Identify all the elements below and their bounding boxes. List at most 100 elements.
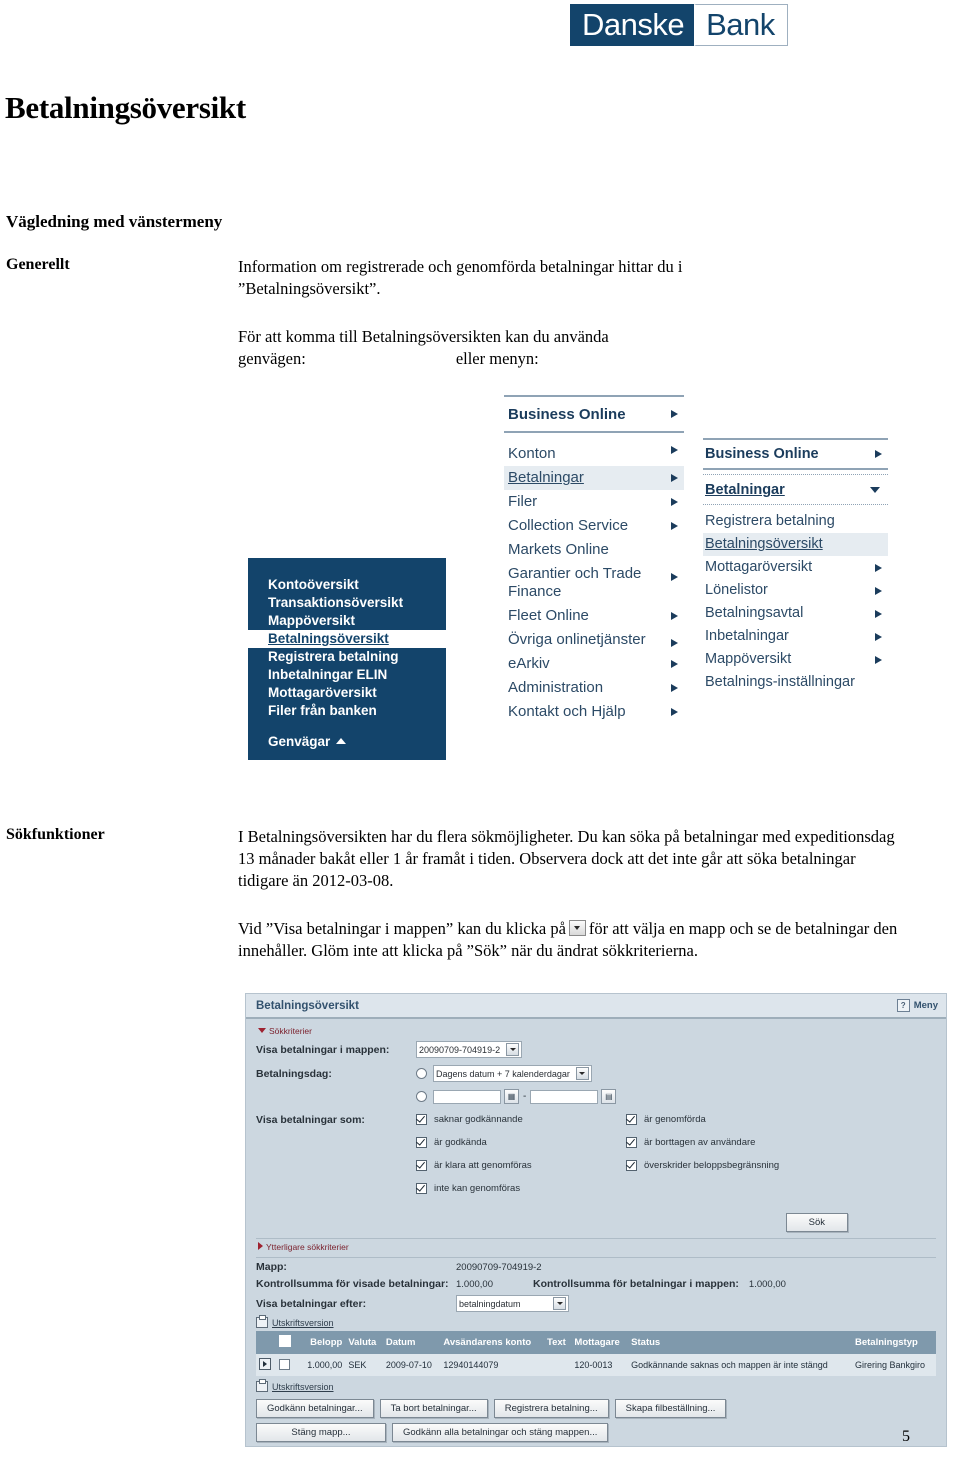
- payments-table: Belopp Valuta Datum Avsändarens konto Te…: [256, 1331, 936, 1376]
- main-menu-item-fleet-online[interactable]: Fleet Online: [504, 604, 684, 628]
- payday-radio-range[interactable]: [416, 1091, 427, 1102]
- application-screenshot: Betalningsöversikt ? Meny Sökkriterier V…: [245, 993, 947, 1447]
- shortcut-item-betalningsoversikt[interactable]: Betalningsöversikt: [248, 630, 446, 648]
- chevron-right-icon: [671, 474, 678, 482]
- checkbox-inte-kan-genomforas[interactable]: inte kan genomföras: [416, 1183, 626, 1194]
- sub-menu-section-label: Betalningar: [705, 482, 785, 498]
- sub-menu-item-mappoversikt[interactable]: Mappöversikt: [703, 648, 888, 671]
- main-menu-item-administration[interactable]: Administration: [504, 676, 684, 700]
- cell-status: Godkännande saknas och mappen är inte st…: [628, 1354, 852, 1376]
- sub-menu-item-betalningsavtal[interactable]: Betalningsavtal: [703, 602, 888, 625]
- folder-select[interactable]: 20090709-704919-2: [416, 1041, 523, 1058]
- more-criteria-toggle[interactable]: Ytterligare sökkriterier: [258, 1242, 936, 1252]
- search-criteria-toggle[interactable]: Sökkriterier: [258, 1026, 936, 1036]
- main-menu-item-kontakt-och-hjalp[interactable]: Kontakt och Hjälp: [504, 700, 684, 724]
- shortcut-item-inbetalningar-elin[interactable]: Inbetalningar ELIN: [248, 666, 446, 684]
- main-menu-item-betalningar[interactable]: Betalningar: [504, 466, 684, 490]
- sub-menu-item-lonelistor[interactable]: Lönelistor: [703, 579, 888, 602]
- chevron-right-icon: [671, 639, 678, 647]
- checkbox-icon: [626, 1137, 637, 1148]
- main-menu-item-earkiv[interactable]: eArkiv: [504, 652, 684, 676]
- calendar-icon[interactable]: ▤: [601, 1089, 617, 1104]
- approve-all-and-close-button[interactable]: Godkänn alla betalningar och stäng mappe…: [392, 1423, 609, 1442]
- checkbox-saknar-godkannande[interactable]: saknar godkännande: [416, 1114, 626, 1125]
- checkbox-label: överskrider beloppsbegränsning: [644, 1160, 780, 1171]
- shortcut-footer-genvagar[interactable]: Genvägar: [248, 720, 446, 752]
- shortcut-item-kontooversikt[interactable]: Kontoöversikt: [248, 576, 446, 594]
- generellt-line3: För att komma till Betalningsöversikten …: [238, 327, 609, 346]
- sub-menu-item-registrera-betalning[interactable]: Registrera betalning: [703, 505, 888, 533]
- checksum-folder-label: Kontrollsumma för betalningar i mappen:: [532, 1278, 739, 1290]
- checkbox-ar-klara-att-genomforas[interactable]: är klara att genomföras: [416, 1160, 626, 1171]
- register-payment-button[interactable]: Registrera betalning...: [493, 1399, 609, 1418]
- shortcut-item-filer-fran-banken[interactable]: Filer från banken: [248, 702, 446, 720]
- col-betalningstyp[interactable]: Betalningstyp: [851, 1331, 936, 1354]
- main-menu-item-collection-service[interactable]: Collection Service: [504, 514, 684, 538]
- sub-menu-item-label: Lönelistor: [705, 582, 768, 598]
- checkbox-overskrider-beloppsbegransning[interactable]: överskrider beloppsbegränsning: [626, 1160, 836, 1171]
- col-status[interactable]: Status: [628, 1331, 852, 1354]
- app-meny-button[interactable]: ? Meny: [896, 999, 938, 1012]
- main-menu-header[interactable]: Business Online: [504, 395, 684, 433]
- cell-select[interactable]: [276, 1354, 300, 1376]
- date-from-input[interactable]: [433, 1089, 501, 1104]
- payday-radio-relative[interactable]: [416, 1068, 427, 1079]
- chevron-right-icon: [875, 586, 882, 595]
- main-menu-item-markets-online[interactable]: Markets Online: [504, 538, 684, 562]
- cell-expand[interactable]: [256, 1354, 276, 1376]
- col-datum[interactable]: Datum: [382, 1331, 441, 1354]
- payments-table-head: Belopp Valuta Datum Avsändarens konto Te…: [256, 1331, 936, 1354]
- close-folder-button[interactable]: Stäng mapp...: [256, 1423, 386, 1442]
- sub-menu-section-betalningar[interactable]: Betalningar: [703, 474, 888, 505]
- sub-menu-item-mottagaroversikt[interactable]: Mottagaröversikt: [703, 556, 888, 579]
- payday-control: Dagens datum + 7 kalenderdagar: [416, 1065, 592, 1082]
- main-menu-header-label: Business Online: [508, 406, 626, 423]
- main-menu-item-ovriga-onlinetjanster[interactable]: Övriga onlinetjänster: [504, 628, 684, 652]
- checkbox-label: är klara att genomföras: [434, 1160, 532, 1171]
- main-menu-item-label: Collection Service: [508, 517, 629, 534]
- cell-mottagare: 120-0013: [571, 1354, 629, 1376]
- select-all-checkbox[interactable]: [279, 1335, 291, 1347]
- sub-menu-item-label: Betalningsavtal: [705, 605, 804, 621]
- sort-select[interactable]: betalningdatum: [456, 1295, 569, 1312]
- generellt-line1: Information om registrerade och genomför…: [238, 257, 683, 276]
- approve-payments-button[interactable]: Godkänn betalningar...: [256, 1399, 374, 1418]
- search-button[interactable]: Sök: [785, 1213, 848, 1232]
- table-row[interactable]: 1.000,00 SEK 2009-07-10 12940144079 120-…: [256, 1354, 936, 1376]
- col-avsandarens-konto[interactable]: Avsändarens konto: [440, 1331, 544, 1354]
- col-belopp[interactable]: Belopp: [300, 1331, 346, 1354]
- col-mottagare[interactable]: Mottagare: [571, 1331, 629, 1354]
- sub-menu-item-betalningsinstallningar[interactable]: Betalnings-inställningar: [703, 671, 888, 694]
- col-valuta[interactable]: Valuta: [345, 1331, 383, 1354]
- shortcut-item-transaktionsoversikt[interactable]: Transaktionsöversikt: [248, 594, 446, 612]
- payday-select[interactable]: Dagens datum + 7 kalenderdagar: [433, 1065, 592, 1082]
- page-title: Betalningsöversikt: [5, 90, 246, 125]
- main-menu-item-label: eArkiv: [508, 655, 550, 672]
- date-to-input[interactable]: [530, 1089, 599, 1104]
- create-file-order-button[interactable]: Skapa filbeställning...: [614, 1399, 727, 1418]
- checkbox-ar-borttagen-av-anvandare[interactable]: är borttagen av användare: [626, 1137, 836, 1148]
- print-version-link-top[interactable]: Utskriftsversion: [256, 1315, 936, 1328]
- sub-menu-item-inbetalningar[interactable]: Inbetalningar: [703, 625, 888, 648]
- shortcut-item-registrera-betalning[interactable]: Registrera betalning: [248, 648, 446, 666]
- checkbox-label: är godkända: [434, 1137, 487, 1148]
- sub-menu-header[interactable]: Business Online: [703, 438, 888, 470]
- main-menu-item-konton[interactable]: Konton: [504, 433, 684, 466]
- main-menu-item-filer[interactable]: Filer: [504, 490, 684, 514]
- print-version-label: Utskriftsversion: [272, 1381, 334, 1392]
- sub-menu-item-label: Mottagaröversikt: [705, 559, 813, 575]
- print-version-link-bottom[interactable]: Utskriftsversion: [256, 1379, 936, 1392]
- calendar-icon[interactable]: ▦: [504, 1089, 519, 1104]
- show-as-checkbox-grid: saknar godkännande är godkända är klara …: [416, 1114, 836, 1206]
- shortcut-footer-label: Genvägar: [268, 734, 331, 749]
- checkbox-ar-godkanda[interactable]: är godkända: [416, 1137, 626, 1148]
- checkbox-ar-genomforda[interactable]: är genomförda: [626, 1114, 836, 1125]
- delete-payments-button[interactable]: Ta bort betalningar...: [379, 1399, 488, 1418]
- sub-menu-item-betalningsoversikt[interactable]: Betalningsöversikt: [703, 533, 888, 556]
- main-menu-item-garantier-trade-finance[interactable]: Garantier och Trade Finance: [504, 562, 684, 604]
- col-text[interactable]: Text: [543, 1331, 572, 1354]
- shortcut-item-mappoversikt[interactable]: Mappöversikt: [248, 612, 446, 630]
- checkbox-icon: [416, 1183, 427, 1194]
- shortcut-item-mottagaroversikt[interactable]: Mottagaröversikt: [248, 684, 446, 702]
- help-icon: ?: [896, 999, 910, 1012]
